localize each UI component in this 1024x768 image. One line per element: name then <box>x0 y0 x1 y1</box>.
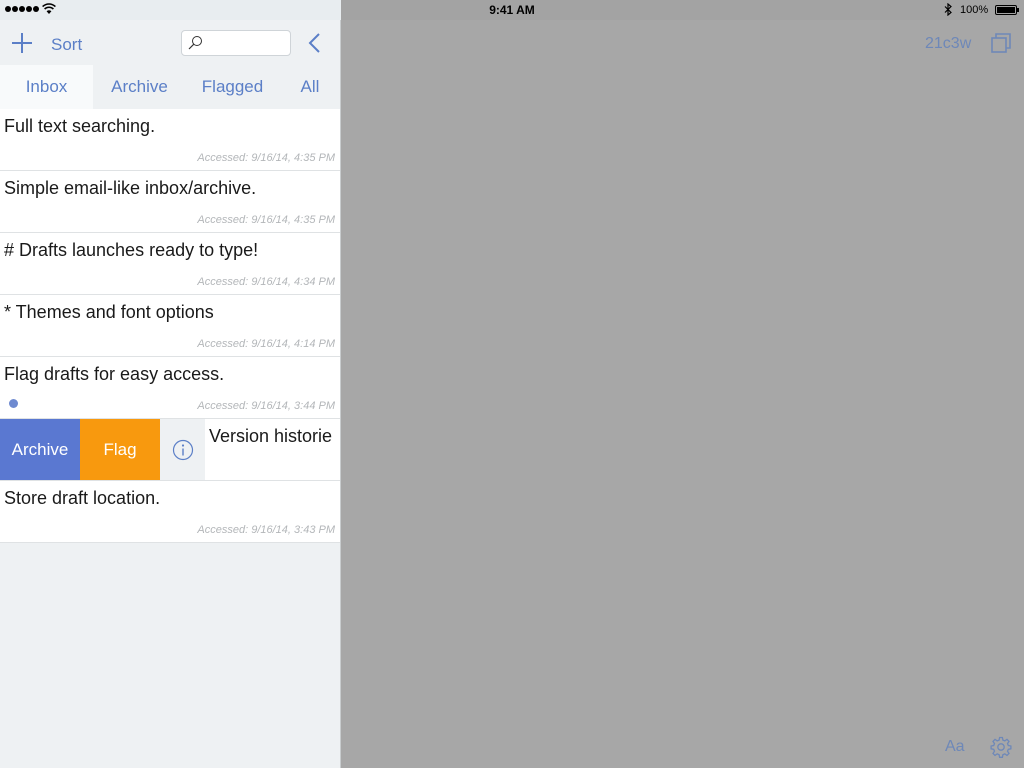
draft-title: Version historie <box>209 426 333 446</box>
search-icon <box>188 36 202 50</box>
editor-pane[interactable]: 21c3w Aa <box>341 20 1024 768</box>
draft-accessed: Accessed: 9/16/14, 4:34 PM <box>197 276 335 288</box>
draft-title: Simple email-like inbox/archive. <box>4 178 257 198</box>
info-icon <box>172 439 193 460</box>
draft-title: # Drafts launches ready to type! <box>4 240 259 260</box>
search-input[interactable] <box>181 30 291 56</box>
draft-accessed: Accessed: 9/16/14, 3:44 PM <box>197 400 335 412</box>
drafts-sidebar: Sort Inbox Archive Flagged All Full text… <box>0 20 341 768</box>
list-item[interactable]: Flag drafts for easy access. Accessed: 9… <box>0 357 340 419</box>
list-item[interactable]: Full text searching. Accessed: 9/16/14, … <box>0 109 340 171</box>
swipe-archive-button[interactable]: Archive <box>0 419 80 480</box>
font-options-button[interactable]: Aa <box>945 738 965 756</box>
list-item[interactable]: Simple email-like inbox/archive. Accesse… <box>0 171 340 233</box>
tab-flagged[interactable]: Flagged <box>186 65 279 109</box>
status-time: 9:41 AM <box>489 3 535 17</box>
wifi-icon <box>42 3 56 14</box>
status-bar: 9:41 AM 100% <box>0 0 1024 20</box>
plus-icon[interactable] <box>11 32 33 54</box>
list-item[interactable]: # Drafts launches ready to type! Accesse… <box>0 233 340 295</box>
signal-strength-icon <box>5 6 39 12</box>
tab-inbox[interactable]: Inbox <box>0 65 93 109</box>
draft-accessed: Accessed: 9/16/14, 4:35 PM <box>197 214 335 226</box>
draft-title: * Themes and font options <box>4 302 214 322</box>
battery-icon <box>995 5 1019 15</box>
sidebar-toolbar: Sort <box>0 20 341 65</box>
battery-percent: 100% <box>960 4 989 16</box>
gear-icon[interactable] <box>990 736 1012 758</box>
draft-title: Flag drafts for easy access. <box>4 364 225 384</box>
flag-dot-icon <box>9 399 18 408</box>
tab-archive[interactable]: Archive <box>93 65 186 109</box>
tab-all[interactable]: All <box>279 65 341 109</box>
filter-tabs: Inbox Archive Flagged All <box>0 65 341 109</box>
draft-accessed: Accessed: 9/16/14, 4:35 PM <box>197 152 335 164</box>
draft-title: Full text searching. <box>4 116 156 136</box>
chevron-left-icon[interactable] <box>307 32 323 54</box>
swipe-info-button[interactable] <box>160 419 205 480</box>
drafts-list: Full text searching. Accessed: 9/16/14, … <box>0 109 340 543</box>
bluetooth-icon <box>944 3 952 16</box>
sort-button[interactable]: Sort <box>51 35 82 55</box>
draft-title: Store draft location. <box>4 488 161 508</box>
character-word-count[interactable]: 21c3w <box>925 35 971 53</box>
list-item[interactable]: Store draft location. Accessed: 9/16/14,… <box>0 481 340 543</box>
list-item-swiped[interactable]: Archive Flag Version historie <box>0 419 340 481</box>
draft-accessed: Accessed: 9/16/14, 4:14 PM <box>197 338 335 350</box>
draft-accessed: Accessed: 9/16/14, 3:43 PM <box>197 524 335 536</box>
swipe-flag-button[interactable]: Flag <box>80 419 160 480</box>
list-item[interactable]: * Themes and font options Accessed: 9/16… <box>0 295 340 357</box>
expand-icon[interactable] <box>991 33 1011 53</box>
